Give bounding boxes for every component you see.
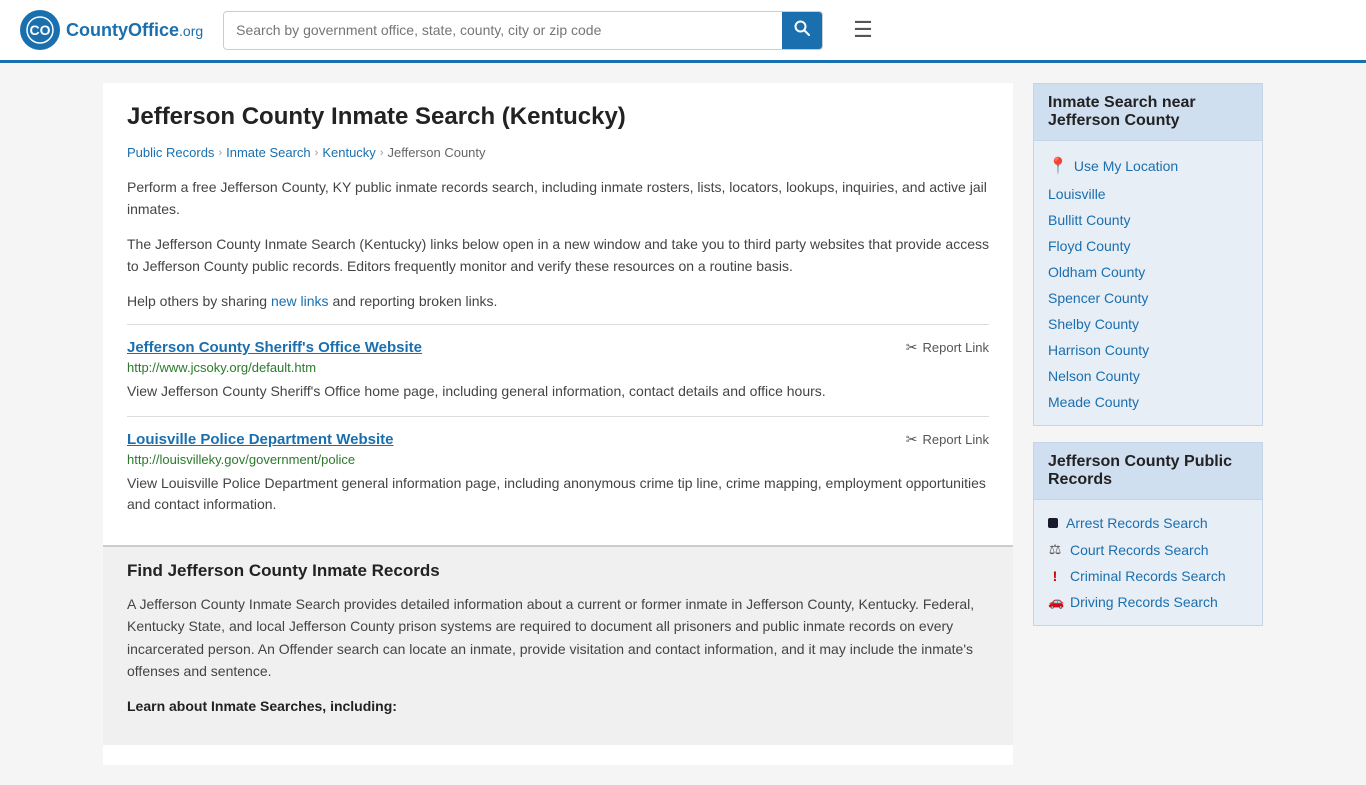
criminal-records-icon: ! [1048, 568, 1062, 584]
find-section: Find Jefferson County Inmate Records A J… [103, 545, 1013, 745]
arrest-records-icon [1048, 518, 1058, 528]
nearby-nelson-county[interactable]: Nelson County [1048, 363, 1248, 389]
link-card-header-0: Jefferson County Sheriff's Office Websit… [127, 339, 989, 356]
nearby-shelby-county[interactable]: Shelby County [1048, 311, 1248, 337]
nearby-bullitt-county[interactable]: Bullitt County [1048, 207, 1248, 233]
link-desc-0: View Jefferson County Sheriff's Office h… [127, 381, 989, 402]
link-card-header-1: Louisville Police Department Website ✂ R… [127, 431, 989, 448]
breadcrumb-jefferson-county: Jefferson County [387, 145, 485, 160]
logo-text: CountyOffice.org [66, 20, 203, 41]
link-card-0: Jefferson County Sheriff's Office Websit… [127, 324, 989, 416]
report-icon-1: ✂ [906, 431, 918, 448]
link-card-1: Louisville Police Department Website ✂ R… [127, 416, 989, 529]
public-records-header: Jefferson County Public Records [1034, 443, 1262, 500]
link-desc-1: View Louisville Police Department genera… [127, 473, 989, 515]
court-records-label: Court Records Search [1070, 542, 1209, 558]
nearby-oldham-label: Oldham County [1048, 264, 1145, 280]
criminal-records-label: Criminal Records Search [1070, 568, 1226, 584]
search-button[interactable] [782, 12, 822, 49]
learn-title: Learn about Inmate Searches, including: [127, 695, 989, 717]
report-label-1: Report Link [923, 432, 989, 447]
nearby-floyd-county[interactable]: Floyd County [1048, 233, 1248, 259]
logo-icon: CO [20, 10, 60, 50]
nearby-floyd-label: Floyd County [1048, 238, 1130, 254]
nearby-spencer-county[interactable]: Spencer County [1048, 285, 1248, 311]
breadcrumb: Public Records › Inmate Search › Kentuck… [127, 145, 989, 160]
nearby-louisville-label: Louisville [1048, 186, 1106, 202]
location-pin-icon: 📍 [1048, 156, 1068, 176]
nearby-bullitt-label: Bullitt County [1048, 212, 1130, 228]
nearby-harrison-county[interactable]: Harrison County [1048, 337, 1248, 363]
find-section-title: Find Jefferson County Inmate Records [127, 561, 989, 581]
nearby-nelson-label: Nelson County [1048, 368, 1140, 384]
description-1: Perform a free Jefferson County, KY publ… [127, 176, 989, 221]
report-link-1[interactable]: ✂ Report Link [906, 431, 989, 448]
nearby-louisville[interactable]: Louisville [1048, 181, 1248, 207]
court-records-icon: ⚖ [1048, 541, 1062, 558]
report-link-0[interactable]: ✂ Report Link [906, 339, 989, 356]
breadcrumb-public-records[interactable]: Public Records [127, 145, 214, 160]
link-url-1: http://louisvilleky.gov/government/polic… [127, 452, 989, 467]
nearby-meade-label: Meade County [1048, 394, 1139, 410]
driving-records-label: Driving Records Search [1070, 594, 1218, 610]
page-title: Jefferson County Inmate Search (Kentucky… [127, 103, 989, 131]
find-section-body: A Jefferson County Inmate Search provide… [127, 593, 989, 683]
public-records-box: Jefferson County Public Records Arrest R… [1033, 442, 1263, 626]
breadcrumb-sep-3: › [380, 147, 384, 159]
criminal-records-link[interactable]: ! Criminal Records Search [1048, 563, 1248, 589]
description-2: The Jefferson County Inmate Search (Kent… [127, 233, 989, 278]
svg-text:CO: CO [30, 22, 51, 38]
nearby-box-header: Inmate Search near Jefferson County [1034, 84, 1262, 141]
search-bar [223, 11, 823, 50]
report-icon-0: ✂ [906, 339, 918, 356]
breadcrumb-kentucky[interactable]: Kentucky [322, 145, 375, 160]
public-records-body: Arrest Records Search ⚖ Court Records Se… [1034, 500, 1262, 625]
driving-records-icon: 🚗 [1048, 594, 1062, 610]
logo-link[interactable]: CO CountyOffice.org [20, 10, 203, 50]
nearby-oldham-county[interactable]: Oldham County [1048, 259, 1248, 285]
link-url-0: http://www.jcsoky.org/default.htm [127, 360, 989, 375]
link-card-title-1[interactable]: Louisville Police Department Website [127, 431, 393, 448]
nearby-box: Inmate Search near Jefferson County 📍 Us… [1033, 83, 1263, 426]
arrest-records-link[interactable]: Arrest Records Search [1048, 510, 1248, 536]
use-location-label: Use My Location [1074, 158, 1178, 174]
link-card-title-0[interactable]: Jefferson County Sheriff's Office Websit… [127, 339, 422, 356]
breadcrumb-inmate-search[interactable]: Inmate Search [226, 145, 311, 160]
main-content: Jefferson County Inmate Search (Kentucky… [103, 83, 1013, 765]
new-links-link[interactable]: new links [271, 293, 329, 309]
search-input[interactable] [224, 14, 782, 46]
description-3: Help others by sharing new links and rep… [127, 290, 989, 312]
header: CO CountyOffice.org ☰ [0, 0, 1366, 63]
court-records-link[interactable]: ⚖ Court Records Search [1048, 536, 1248, 563]
nearby-meade-county[interactable]: Meade County [1048, 389, 1248, 415]
page-wrapper: Jefferson County Inmate Search (Kentucky… [83, 63, 1283, 785]
breadcrumb-sep-1: › [218, 147, 222, 159]
breadcrumb-sep-2: › [315, 147, 319, 159]
nearby-spencer-label: Spencer County [1048, 290, 1148, 306]
sidebar: Inmate Search near Jefferson County 📍 Us… [1033, 83, 1263, 765]
arrest-records-label: Arrest Records Search [1066, 515, 1208, 531]
use-location-link[interactable]: 📍 Use My Location [1048, 151, 1248, 181]
report-label-0: Report Link [923, 340, 989, 355]
link-cards: Jefferson County Sheriff's Office Websit… [127, 324, 989, 529]
menu-icon[interactable]: ☰ [853, 17, 873, 43]
nearby-harrison-label: Harrison County [1048, 342, 1149, 358]
driving-records-link[interactable]: 🚗 Driving Records Search [1048, 589, 1248, 615]
nearby-shelby-label: Shelby County [1048, 316, 1139, 332]
nearby-box-body: 📍 Use My Location Louisville Bullitt Cou… [1034, 141, 1262, 425]
